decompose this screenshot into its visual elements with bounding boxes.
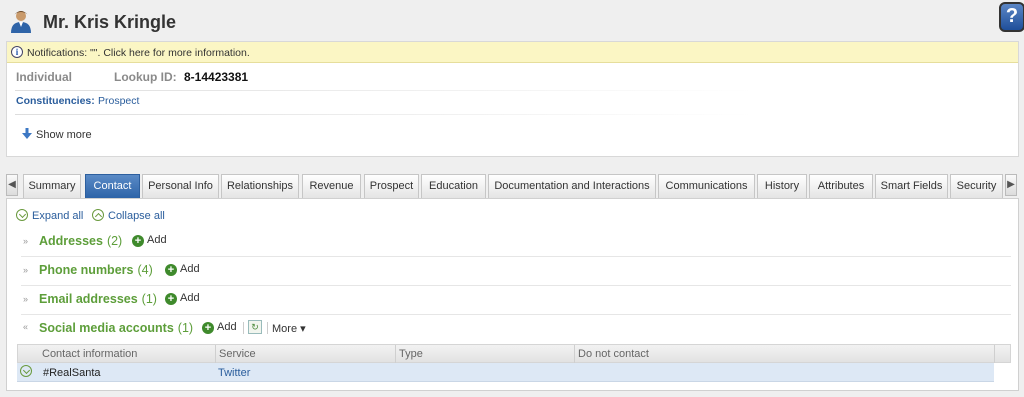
tab-bar: ◀ Summary Contact Personal Info Relation… [6, 172, 1019, 198]
column-divider[interactable] [395, 345, 396, 363]
record-panel: i Notifications: "". Click here for more… [6, 41, 1019, 157]
section-social-media-accounts: » Social media accounts (1) + Add ↻ More ▾ [21, 315, 1011, 343]
tab-relationships[interactable]: Relationships [221, 174, 299, 198]
expand-all-button[interactable]: Expand all [16, 209, 83, 222]
show-more-link[interactable]: Show more [36, 129, 92, 141]
chevron-down-icon[interactable]: » [23, 236, 28, 246]
cell-contact-information: #RealSanta [43, 367, 101, 379]
section-title[interactable]: Addresses (2) [39, 234, 122, 248]
arrow-down-icon [22, 128, 32, 139]
plus-icon: + [202, 322, 214, 334]
tab-history[interactable]: History [757, 174, 807, 198]
tab-communications[interactable]: Communications [658, 174, 755, 198]
tab-documentation-and-interactions[interactable]: Documentation and Interactions [488, 174, 656, 198]
divider [15, 114, 755, 115]
section-email-addresses: » Email addresses (1) + Add [21, 286, 1011, 315]
column-header-do-not-contact[interactable]: Do not contact [578, 348, 649, 360]
page-title: Mr. Kris Kringle [43, 12, 177, 32]
page-header: Mr. Kris Kringle ? [0, 0, 1024, 42]
lookup-id-label: Lookup ID: [114, 70, 177, 84]
cell-service[interactable]: Twitter [218, 367, 250, 379]
notification-text[interactable]: Notifications: "". Click here for more i… [27, 47, 250, 59]
constituencies-value[interactable]: Prospect [98, 95, 139, 107]
divider [15, 90, 755, 91]
tab-security[interactable]: Security [950, 174, 1003, 198]
tab-scroll-left-button[interactable]: ◀ [6, 174, 18, 196]
tab-education[interactable]: Education [421, 174, 486, 198]
more-menu-button[interactable]: More ▾ [272, 322, 306, 335]
column-header-contact-information[interactable]: Contact information [42, 348, 137, 360]
plus-icon: + [132, 235, 144, 247]
table-header: Contact information Service Type Do not … [17, 344, 1011, 363]
refresh-icon[interactable]: ↻ [248, 320, 262, 334]
tab-scroll-right-button[interactable]: ▶ [1005, 174, 1017, 196]
column-divider[interactable] [215, 345, 216, 363]
section-title[interactable]: Email addresses (1) [39, 292, 157, 306]
section-addresses: » Addresses (2) + Add [21, 228, 1011, 257]
table-row[interactable]: #RealSanta Twitter [17, 363, 994, 382]
column-divider[interactable] [574, 345, 575, 363]
column-header-service[interactable]: Service [219, 348, 256, 360]
expand-row-icon[interactable] [20, 365, 32, 377]
chevron-down-icon[interactable]: » [23, 294, 28, 304]
add-phone-button[interactable]: + Add [165, 263, 200, 276]
plus-icon: + [165, 264, 177, 276]
plus-icon: + [165, 293, 177, 305]
tab-prospect[interactable]: Prospect [364, 174, 419, 198]
toolbar-separator [267, 322, 268, 334]
add-address-button[interactable]: + Add [132, 234, 167, 247]
section-phone-numbers: » Phone numbers (4) + Add [21, 257, 1011, 286]
info-icon: i [11, 46, 23, 58]
column-header-type[interactable]: Type [399, 348, 423, 360]
section-title[interactable]: Phone numbers (4) [39, 263, 153, 277]
add-email-button[interactable]: + Add [165, 292, 200, 305]
tab-attributes[interactable]: Attributes [809, 174, 873, 198]
chevron-up-icon[interactable]: » [23, 323, 28, 333]
tab-smart-fields[interactable]: Smart Fields [875, 174, 948, 198]
person-icon [11, 11, 31, 33]
tab-revenue[interactable]: Revenue [302, 174, 361, 198]
tab-contact[interactable]: Contact [85, 174, 140, 198]
expand-icon [16, 209, 28, 221]
column-divider[interactable] [994, 345, 995, 363]
tab-personal-info[interactable]: Personal Info [142, 174, 219, 198]
tab-summary[interactable]: Summary [23, 174, 81, 198]
add-social-account-button[interactable]: + Add [202, 321, 237, 334]
help-button[interactable]: ? [999, 2, 1024, 32]
collapse-all-button[interactable]: Collapse all [92, 209, 165, 222]
notification-bar[interactable]: i Notifications: "". Click here for more… [7, 42, 1018, 63]
collapse-icon [92, 209, 104, 221]
chevron-down-icon[interactable]: » [23, 265, 28, 275]
record-type: Individual [16, 70, 73, 84]
toolbar-separator [243, 322, 244, 334]
lookup-id-value: 8-14423381 [184, 70, 249, 84]
constituencies-label: Constituencies: [16, 95, 95, 107]
contact-tab-content: Expand all Collapse all » Addresses (2) +… [6, 198, 1019, 391]
section-title[interactable]: Social media accounts (1) [39, 321, 193, 335]
